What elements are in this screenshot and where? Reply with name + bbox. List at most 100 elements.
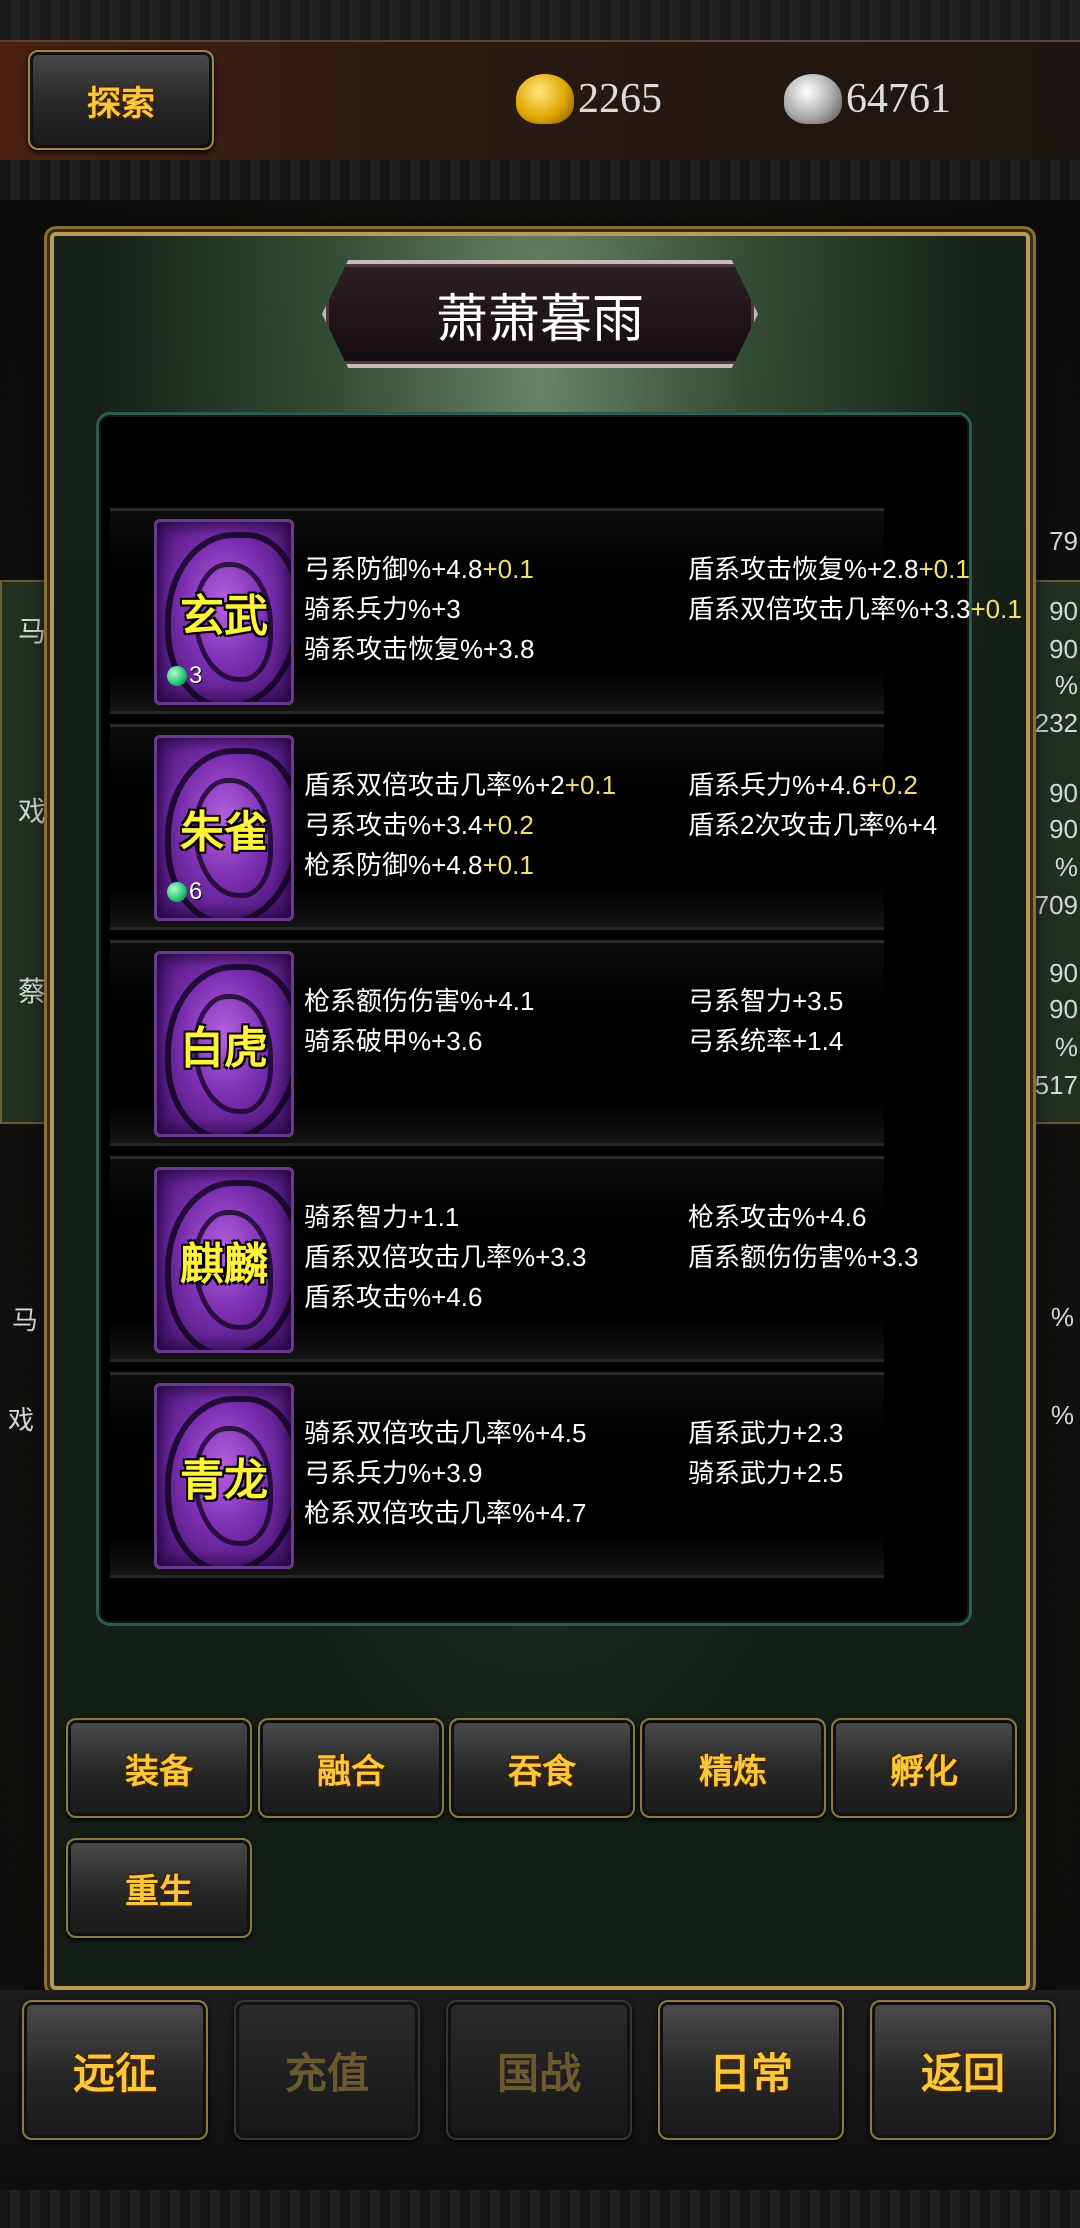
stat-line: 盾系2次攻击几率%+4 — [688, 805, 937, 845]
nav-nation-war-button[interactable]: 国战 — [446, 2000, 632, 2140]
refine-button[interactable]: 精炼 — [640, 1718, 826, 1818]
bg-right-text: 232 — [1034, 708, 1078, 738]
beast-tile[interactable]: 朱雀 6 — [154, 735, 294, 921]
beast-row: 朱雀 6 盾系双倍攻击几率%+2+0.1 弓系攻击%+3.4+0.2 枪系防御%… — [110, 724, 937, 930]
stat-text: 弓系防御%+4.8 — [304, 554, 483, 584]
bg-right-text: 709 — [1034, 890, 1078, 920]
stat-line: 盾系攻击恢复%+2.8+0.1 — [688, 549, 1022, 589]
bg-right-text: 90 — [1049, 958, 1078, 988]
stat-text: 枪系防御%+4.8 — [304, 850, 483, 880]
stat-column: 弓系防御%+4.8+0.1 骑系兵力%+3 骑系攻击恢复%+3.8 — [304, 549, 534, 669]
bg-right-text: 90 — [1049, 634, 1078, 664]
stat-column: 枪系额伤伤害%+4.1 骑系破甲%+3.6 — [304, 981, 534, 1061]
nav-expedition-button[interactable]: 远征 — [22, 2000, 208, 2140]
bg-right-text: 517 — [1034, 1070, 1078, 1100]
stat-column: 盾系双倍攻击几率%+2+0.1 弓系攻击%+3.4+0.2 枪系防御%+4.8+… — [304, 765, 616, 885]
stat-line: 弓系防御%+4.8+0.1 — [304, 549, 534, 589]
stat-bonus: +0.2 — [866, 770, 918, 800]
beast-tile[interactable]: 青龙 — [154, 1383, 294, 1569]
stat-text: 盾系双倍攻击几率%+2 — [304, 770, 565, 800]
beast-row: 麒麟 骑系智力+1.1 盾系双倍攻击几率%+3.3 盾系攻击%+4.6 枪系攻击… — [110, 1156, 918, 1362]
level-value: 6 — [189, 878, 203, 905]
beast-tile[interactable]: 白虎 — [154, 951, 294, 1137]
background-left-list: 马 戏 蔡 — [0, 580, 52, 1124]
bg-right-text: 79 — [1049, 526, 1078, 556]
stat-line: 弓系统率+1.4 — [688, 1021, 843, 1061]
stat-text: 骑系攻击恢复%+3.8 — [304, 634, 535, 664]
stat-line: 枪系双倍攻击几率%+4.7 — [304, 1493, 586, 1533]
bg-right-text: 90 — [1049, 814, 1078, 844]
explore-button[interactable]: 探索 — [28, 50, 214, 150]
bg-right-text: % — [1054, 1032, 1078, 1062]
stat-text: 弓系智力+3.5 — [688, 986, 844, 1016]
beast-name: 白虎 — [180, 1024, 268, 1073]
bg-right-text: 90 — [1049, 778, 1078, 808]
stat-text: 盾系攻击恢复%+2.8 — [688, 554, 919, 584]
top-decor-band — [0, 160, 1080, 200]
bg-right-text: % — [1054, 670, 1078, 700]
stat-column: 盾系兵力%+4.6+0.2 盾系2次攻击几率%+4 — [688, 765, 937, 845]
stat-column: 骑系智力+1.1 盾系双倍攻击几率%+3.3 盾系攻击%+4.6 — [304, 1197, 586, 1317]
beast-level: 3 — [167, 662, 202, 690]
beast-row: 白虎 枪系额伤伤害%+4.1 骑系破甲%+3.6 弓系智力+3.5 弓系统率+1… — [110, 940, 884, 1146]
stat-line: 弓系攻击%+3.4+0.2 — [304, 805, 616, 845]
bg-right-text: % — [1050, 1400, 1074, 1430]
silver-counter: 64761 — [784, 64, 951, 134]
modal-title: 萧萧暮雨 — [322, 260, 758, 368]
stat-line: 弓系兵力%+3.9 — [304, 1453, 586, 1493]
beast-tile[interactable]: 麒麟 — [154, 1167, 294, 1353]
stat-text: 弓系攻击%+3.4 — [304, 810, 483, 840]
bg-left-text: 蔡 — [18, 976, 47, 1007]
hatch-button[interactable]: 孵化 — [831, 1718, 1017, 1818]
devour-button[interactable]: 吞食 — [449, 1718, 635, 1818]
stat-bonus: +0.1 — [564, 770, 617, 800]
stat-line: 骑系武力+2.5 — [688, 1453, 843, 1493]
nav-recharge-button[interactable]: 充值 — [234, 2000, 420, 2140]
bottom-decor-strip — [0, 2190, 1080, 2228]
equip-button[interactable]: 装备 — [66, 1718, 252, 1818]
stat-line: 盾系双倍攻击几率%+2+0.1 — [304, 765, 616, 805]
stat-text: 骑系兵力%+3 — [304, 594, 461, 624]
stat-line: 骑系智力+1.1 — [304, 1197, 586, 1237]
bg-left-text: 马 — [18, 616, 47, 647]
stat-text: 盾系双倍攻击几率%+3.3 — [688, 594, 971, 624]
stat-bonus: +0.1 — [918, 554, 970, 584]
gold-counter: 2265 — [516, 64, 662, 134]
stat-text: 盾系双倍攻击几率%+3.3 — [304, 1242, 587, 1272]
stat-line: 盾系兵力%+4.6+0.2 — [688, 765, 937, 805]
stat-line: 盾系双倍攻击几率%+3.3+0.1 — [688, 589, 1022, 629]
beast-name: 麒麟 — [180, 1240, 268, 1289]
stat-line: 骑系双倍攻击几率%+4.5 — [304, 1413, 586, 1453]
stat-text: 枪系攻击%+4.6 — [688, 1202, 867, 1232]
gold-amount: 2265 — [578, 76, 662, 122]
stat-text: 弓系统率+1.4 — [688, 1026, 844, 1056]
background-right-list: 79 90 90 % 232 90 90 % 709 90 90 % 517 — [1030, 526, 1080, 1124]
silver-amount: 64761 — [846, 76, 951, 122]
silver-ingot-icon — [784, 74, 842, 124]
stat-text: 弓系兵力%+3.9 — [304, 1458, 483, 1488]
stat-bonus: +0.1 — [482, 554, 534, 584]
nav-back-button[interactable]: 返回 — [870, 2000, 1056, 2140]
beast-tile[interactable]: 玄武 3 — [154, 519, 294, 705]
nav-daily-button[interactable]: 日常 — [658, 2000, 844, 2140]
beast-name: 青龙 — [180, 1456, 268, 1505]
stat-column: 枪系攻击%+4.6 盾系额伤伤害%+3.3 — [688, 1197, 918, 1277]
beast-level: 6 — [167, 878, 202, 906]
stat-text: 枪系额伤伤害%+4.1 — [304, 986, 535, 1016]
bg-left-text: 戏 — [18, 796, 47, 827]
stat-text: 盾系2次攻击几率%+4 — [688, 810, 938, 840]
stat-bonus: +0.2 — [482, 810, 534, 840]
bg-left-text: 马 — [12, 1305, 39, 1335]
level-value: 3 — [189, 662, 203, 689]
stat-column: 骑系双倍攻击几率%+4.5 弓系兵力%+3.9 枪系双倍攻击几率%+4.7 — [304, 1413, 586, 1533]
gem-icon — [167, 666, 187, 686]
stat-line: 骑系兵力%+3 — [304, 589, 534, 629]
rebirth-button[interactable]: 重生 — [66, 1838, 252, 1938]
bg-right-text: 90 — [1049, 596, 1078, 626]
fuse-button[interactable]: 融合 — [258, 1718, 444, 1818]
stat-line: 枪系防御%+4.8+0.1 — [304, 845, 616, 885]
stat-bonus: +0.1 — [970, 594, 1022, 624]
bg-right-text: % — [1054, 852, 1078, 882]
beast-name: 玄武 — [180, 592, 268, 641]
gold-ingot-icon — [516, 74, 574, 124]
